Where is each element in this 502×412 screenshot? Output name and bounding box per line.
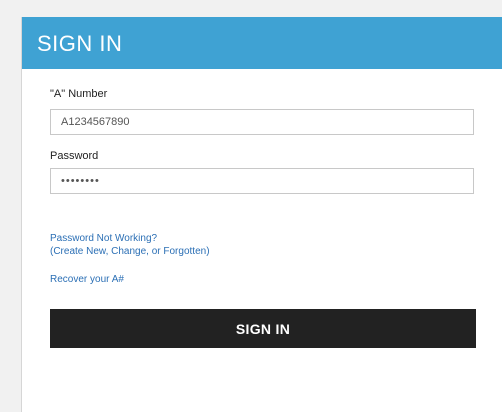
a-number-label: "A" Number [50, 88, 108, 100]
sign-in-panel: SIGN IN "A" Number Password Password Not… [21, 17, 502, 412]
sign-in-button[interactable]: SIGN IN [50, 309, 476, 348]
password-input[interactable] [50, 168, 474, 194]
password-not-working-link[interactable]: Password Not Working? [50, 233, 157, 244]
password-label: Password [50, 150, 99, 162]
recover-a-number-link[interactable]: Recover your A# [50, 274, 124, 285]
panel-header: SIGN IN [22, 17, 502, 69]
a-number-input[interactable] [50, 109, 474, 135]
page-title: SIGN IN [37, 31, 123, 56]
password-help-link[interactable]: (Create New, Change, or Forgotten) [50, 246, 210, 257]
